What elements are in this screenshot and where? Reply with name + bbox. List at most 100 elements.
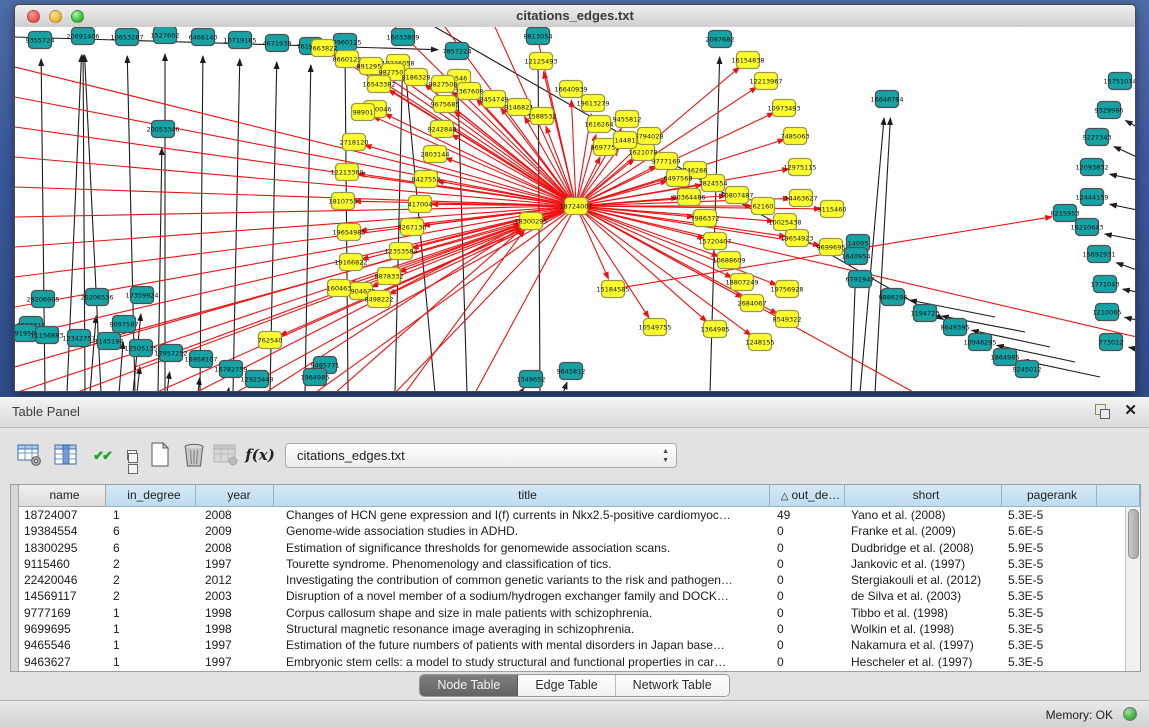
graph-edge[interactable] — [228, 388, 229, 391]
graph-edge[interactable] — [1110, 174, 1135, 180]
tab-edge-table[interactable]: Edge Table — [518, 675, 615, 696]
graph-node[interactable]: 9699695 — [817, 239, 846, 256]
graph-node[interactable]: 8215953 — [1051, 205, 1080, 222]
cell-pagerank[interactable]: 5.3E-5 — [1002, 605, 1097, 621]
graph-node[interactable]: 12975115 — [783, 159, 816, 176]
select-all-button[interactable]: ✔✔ — [86, 439, 118, 471]
graph-node[interactable]: 20364486 — [672, 189, 705, 206]
graph-edge[interactable] — [119, 342, 123, 391]
graph-node[interactable]: 16033809 — [386, 29, 419, 46]
graph-node[interactable]: 10025438 — [768, 214, 801, 231]
graph-node[interactable]: 1771043 — [1091, 276, 1120, 293]
graph-node[interactable]: 6794028 — [635, 128, 664, 145]
column-header-short[interactable]: short — [845, 485, 1002, 507]
graph-edge[interactable] — [233, 59, 240, 391]
graph-node[interactable]: 20691406 — [66, 28, 99, 45]
graph-node[interactable]: 12213369 — [330, 164, 363, 181]
graph-edge[interactable] — [875, 118, 890, 391]
graph-edge[interactable] — [1126, 120, 1135, 127]
graph-node[interactable]: 12342757 — [62, 330, 95, 347]
cell-pagerank[interactable]: 5.3E-5 — [1002, 637, 1097, 653]
graph-node[interactable]: 9242848 — [428, 121, 457, 138]
graph-node[interactable]: 20053346 — [146, 121, 179, 138]
cell-in_degree[interactable]: 1 — [106, 605, 196, 621]
graph-edge[interactable] — [1105, 234, 1135, 240]
graph-node[interactable]: 15184585 — [596, 281, 629, 298]
table-row[interactable]: 2242004622012Investigating the contribut… — [19, 572, 1125, 588]
graph-node[interactable]: 15751074 — [1103, 73, 1135, 90]
graph-node[interactable]: 762540 — [258, 332, 283, 349]
cell-in_degree[interactable]: 1 — [106, 507, 196, 523]
cell-out_degree[interactable]: 0 — [770, 605, 845, 621]
cell-year[interactable]: 2008 — [196, 507, 274, 523]
graph-node[interactable]: 62160 — [752, 198, 775, 215]
graph-node[interactable]: 8427552 — [412, 171, 441, 188]
graph-node[interactable]: 1210065 — [1093, 304, 1122, 321]
graph-node[interactable]: 9245012 — [1013, 361, 1042, 378]
graph-node[interactable]: 10688609 — [712, 252, 745, 269]
cell-title[interactable]: Estimation of the future numbers of pati… — [274, 637, 770, 653]
cell-short[interactable]: Yano et al. (2008) — [845, 507, 1002, 523]
network-window[interactable]: citations_edges.txt 93557242069140610653… — [14, 4, 1136, 392]
column-header-year[interactable]: year — [196, 485, 274, 507]
cell-year[interactable]: 1998 — [196, 621, 274, 637]
table-row[interactable]: 911546021997Tourette syndrome. Phenomeno… — [19, 556, 1125, 572]
graph-edge[interactable] — [200, 56, 203, 391]
column-header-title[interactable]: title — [274, 485, 770, 507]
graph-node[interactable]: 16543382 — [362, 76, 395, 93]
graph-node[interactable]: 10549755 — [638, 319, 671, 336]
cell-short[interactable]: Nakamura et al. (1997) — [845, 637, 1002, 653]
graph-node[interactable]: 9115460 — [818, 201, 847, 218]
graph-node[interactable]: 18300295 — [514, 213, 547, 230]
graph-node[interactable]: 20206536 — [80, 289, 113, 306]
cell-out_degree[interactable]: 0 — [770, 588, 845, 604]
cell-name[interactable]: 22420046 — [19, 572, 106, 588]
graph-node[interactable]: 12213967 — [749, 73, 782, 90]
cell-short[interactable]: Wolkin et al. (1998) — [845, 621, 1002, 637]
graph-node[interactable]: 12353584 — [384, 243, 417, 260]
graph-node[interactable]: 2803144 — [421, 146, 450, 163]
cell-name[interactable]: 9465546 — [19, 637, 106, 653]
cell-year[interactable]: 1997 — [196, 556, 274, 572]
graph-node[interactable]: 10973493 — [767, 100, 800, 117]
graph-edge[interactable] — [520, 388, 524, 391]
graph-node[interactable]: 10807487 — [720, 187, 753, 204]
graph-node[interactable]: 8498222 — [365, 291, 394, 308]
table-row[interactable]: 969969511998Structural magnetic resonanc… — [19, 621, 1125, 637]
table-row[interactable]: 946362711997Embryonic stem cells: a mode… — [19, 654, 1125, 670]
graph-node[interactable]: 18807249 — [725, 274, 758, 291]
window-titlebar[interactable]: citations_edges.txt — [15, 5, 1135, 28]
table-row[interactable]: 1938455462009Genome-wide association stu… — [19, 523, 1125, 539]
graph-node[interactable]: 1527602 — [151, 27, 180, 44]
cell-pagerank[interactable]: 5.3E-5 — [1002, 621, 1097, 637]
graph-node[interactable]: 9455812 — [613, 111, 642, 128]
cell-name[interactable]: 9463627 — [19, 654, 106, 670]
cell-out_degree[interactable]: 0 — [770, 621, 845, 637]
cell-pagerank[interactable]: 5.3E-5 — [1002, 556, 1097, 572]
network-canvas[interactable]: 9355724206914061065328715276026466140107… — [15, 27, 1135, 391]
cell-out_degree[interactable]: 0 — [770, 572, 845, 588]
graph-edge[interactable] — [335, 228, 523, 391]
graph-node[interactable]: 14463627 — [784, 190, 817, 207]
graph-node[interactable]: 12093832 — [1075, 159, 1108, 176]
cell-title[interactable]: Corpus callosum shape and size in male p… — [274, 605, 770, 621]
graph-edge[interactable] — [15, 67, 576, 206]
cell-pagerank[interactable]: 5.9E-5 — [1002, 540, 1097, 556]
graph-node[interactable]: 10946295 — [963, 334, 996, 351]
cell-pagerank[interactable]: 5.3E-5 — [1002, 588, 1097, 604]
graph-node[interactable]: 19654985 — [332, 224, 365, 241]
graph-node[interactable]: 8186328 — [402, 69, 431, 86]
cell-in_degree[interactable]: 1 — [106, 654, 196, 670]
graph-node[interactable]: 7857224 — [443, 43, 472, 60]
column-header-in-degree[interactable]: in_degree — [106, 485, 196, 507]
graph-edge[interactable] — [1114, 147, 1135, 157]
cell-name[interactable]: 14569117 — [19, 588, 106, 604]
cell-pagerank[interactable]: 5.5E-5 — [1002, 572, 1097, 588]
graph-edge[interactable] — [851, 274, 856, 391]
tab-network-table[interactable]: Network Table — [616, 675, 729, 696]
cell-pagerank[interactable]: 5.3E-5 — [1002, 507, 1097, 523]
cell-out_degree[interactable]: 49 — [770, 507, 845, 523]
graph-edge[interactable] — [1123, 289, 1135, 292]
graph-node[interactable]: 12923448 — [240, 371, 273, 388]
graph-node[interactable]: 1364985 — [701, 321, 730, 338]
